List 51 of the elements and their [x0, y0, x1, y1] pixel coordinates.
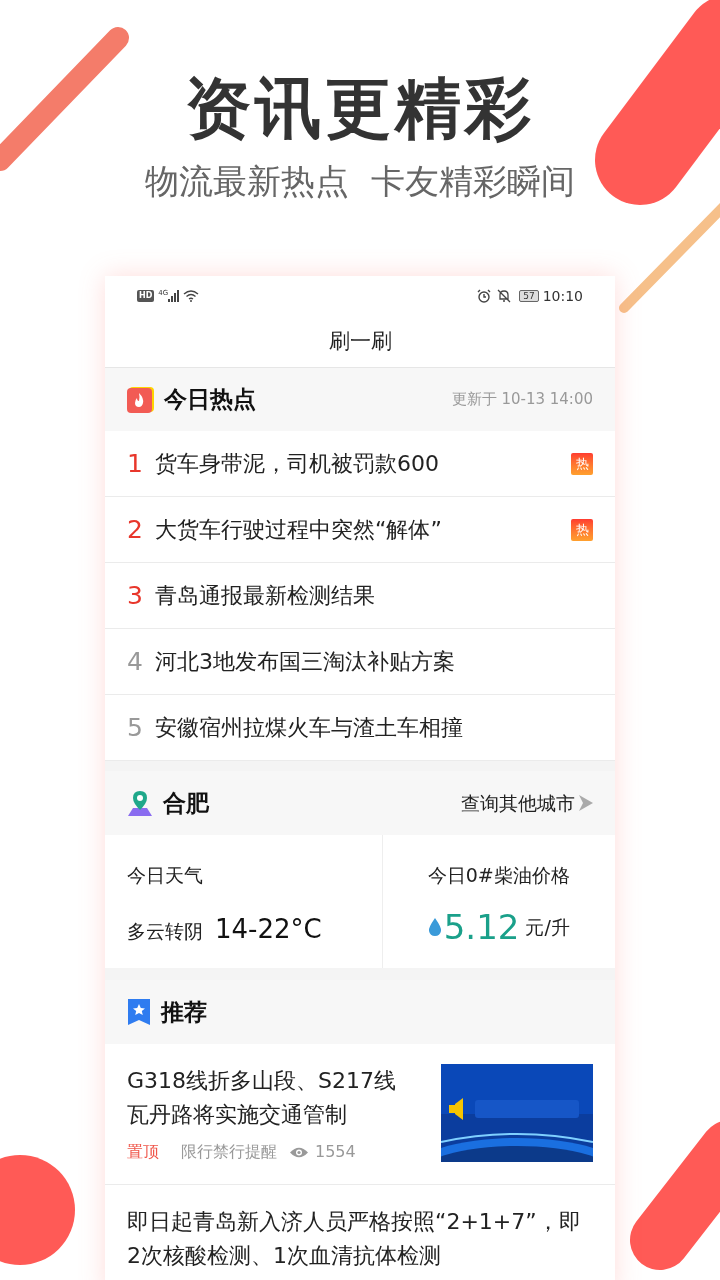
section-title: 推荐 — [161, 997, 207, 1027]
section-title: 今日热点 — [164, 385, 256, 415]
article-item[interactable]: 即日起青岛新入济人员严格按照“2+1+7”，即2次核酸检测、1次血清抗体检测 — [105, 1185, 615, 1280]
location-pin-icon — [127, 789, 153, 817]
chevron-right-icon — [579, 795, 593, 811]
article-title: 即日起青岛新入济人员严格按照“2+1+7”，即2次核酸检测、1次血清抗体检测 — [127, 1208, 582, 1270]
hot-news-item[interactable]: 3 青岛通报最新检测结果 — [105, 563, 615, 629]
temperature: 14-22°C — [215, 912, 322, 946]
article-title: G318线折多山段、S217线瓦丹路将实施交通管制 — [127, 1067, 397, 1129]
news-title: 河北3地发布国三淘汰补贴方案 — [155, 648, 455, 676]
eye-icon — [289, 1145, 309, 1159]
status-time: 10:10 — [542, 286, 583, 306]
battery-indicator: 57 — [519, 290, 539, 302]
other-city-link[interactable]: 查询其他城市 — [461, 788, 575, 818]
droplet-icon — [427, 917, 442, 937]
hot-news-item[interactable]: 5 安徽宿州拉煤火车与渣土车相撞 — [105, 695, 615, 761]
city-name: 合肥 — [163, 788, 209, 818]
promo-headline: 资讯更精彩 — [185, 76, 535, 142]
rank-number: 4 — [127, 645, 144, 678]
weather-condition: 多云转阴 — [127, 918, 203, 944]
hd-indicator: HD — [137, 290, 155, 302]
rank-number: 1 — [127, 447, 144, 480]
promo-subtitle: 物流最新热点 卡友精彩瞬间 — [145, 164, 575, 198]
article-category: 限行禁行提醒 — [181, 1141, 277, 1163]
hot-news-item[interactable]: 4 河北3地发布国三淘汰补贴方案 — [105, 629, 615, 695]
signal-icon — [168, 290, 181, 302]
news-title: 青岛通报最新检测结果 — [155, 582, 375, 610]
hot-news-item[interactable]: 2 大货车行驶过程中突然“解体” 热 — [105, 497, 615, 563]
news-title: 安徽宿州拉煤火车与渣土车相撞 — [155, 714, 463, 742]
app-title: 刷一刷 — [328, 327, 392, 355]
hot-badge: 热 — [571, 518, 593, 541]
pinned-tag: 置顶 — [127, 1140, 159, 1164]
rank-number: 3 — [127, 579, 144, 612]
view-count: 1554 — [315, 1141, 356, 1163]
bookmark-star-icon — [127, 998, 151, 1026]
hot-news-item[interactable]: 1 货车身带泥，司机被罚款600 热 — [105, 431, 615, 497]
fuel-label: 今日0#柴油价格 — [427, 863, 570, 888]
rank-number: 2 — [127, 513, 144, 546]
hot-badge: 热 — [571, 452, 593, 475]
fuel-price: 5.12 — [443, 905, 520, 949]
rank-number: 5 — [127, 711, 144, 744]
flame-icon — [127, 386, 154, 413]
alarm-icon — [477, 289, 492, 303]
wifi-icon — [183, 290, 200, 302]
update-time: 更新于 10-13 14:00 — [451, 389, 593, 411]
mute-icon — [497, 289, 512, 303]
fuel-unit: 元/升 — [525, 914, 570, 940]
news-title: 大货车行驶过程中突然“解体” — [155, 516, 442, 544]
article-item[interactable]: G318线折多山段、S217线瓦丹路将实施交通管制 置顶 限行禁行提醒 1554 — [105, 1044, 615, 1185]
weather-label: 今日天气 — [127, 863, 204, 888]
news-title: 货车身带泥，司机被罚款600 — [155, 450, 439, 478]
